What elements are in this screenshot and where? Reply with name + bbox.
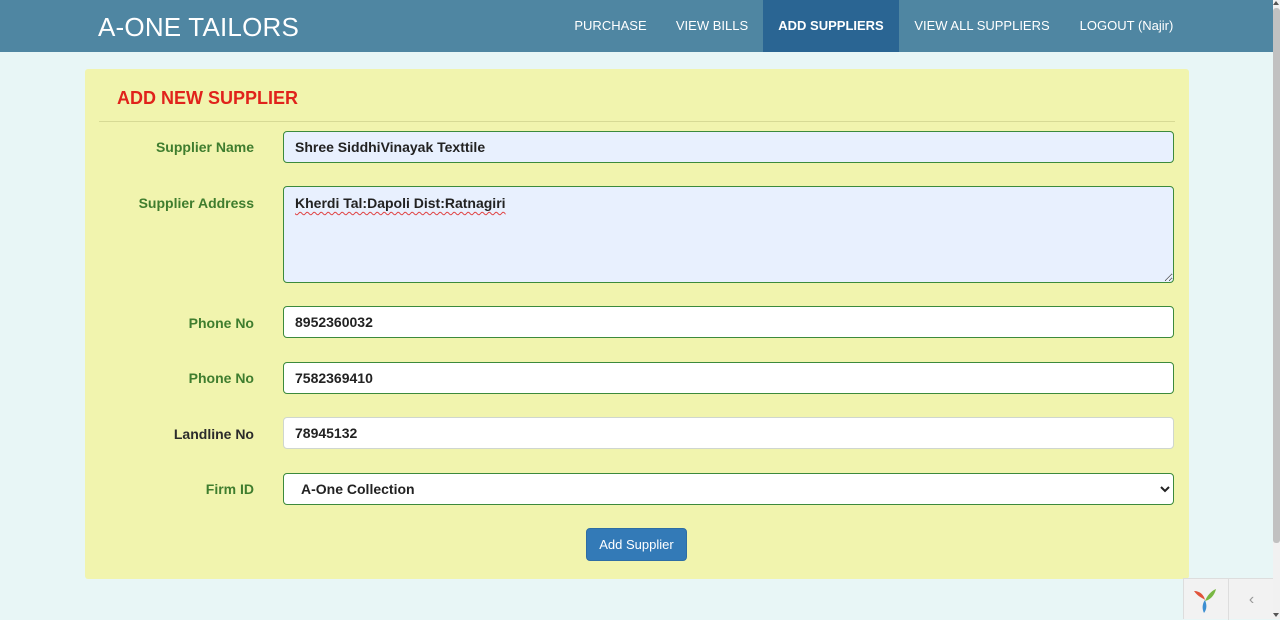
supplier-address-textarea[interactable]: Kherdi Tal:Dapoli Dist:Ratnagiri [283,186,1174,283]
brand-logo-text[interactable]: A-ONE TAILORS [98,12,299,43]
nav-add-suppliers[interactable]: ADD SUPPLIERS [763,0,899,52]
chevron-left-icon[interactable]: ‹ [1228,579,1274,620]
nav-purchase[interactable]: PURCHASE [560,0,661,52]
landline-no-input[interactable] [283,417,1174,449]
supplier-address-label: Supplier Address [138,195,254,211]
supplier-name-input[interactable] [283,131,1174,163]
add-supplier-button[interactable]: Add Supplier [586,528,687,561]
landline-no-label: Landline No [173,426,254,442]
phone-no-input[interactable] [283,306,1174,338]
yii-logo-icon[interactable] [1190,585,1220,615]
nav-view-bills[interactable]: VIEW BILLS [661,0,763,52]
phone-no-label: Phone No [188,315,254,331]
scrollbar-thumb[interactable] [1273,8,1280,543]
title-divider [99,121,1175,122]
firm-id-label: Firm ID [205,481,254,497]
debug-toolbar: ‹ [1183,578,1274,620]
firm-id-select[interactable]: A-One Collection [283,473,1174,505]
supplier-name-label: Supplier Name [155,139,254,155]
scroll-up-icon[interactable] [1273,1,1279,5]
phone-no-2-input[interactable] [283,362,1174,394]
nav-view-all-suppliers[interactable]: VIEW ALL SUPPLIERS [899,0,1065,52]
vertical-scrollbar[interactable] [1273,0,1280,619]
nav-logout[interactable]: LOGOUT (Najir) [1065,0,1188,52]
top-navbar: A-ONE TAILORS PURCHASE VIEW BILLS ADD SU… [0,0,1273,52]
page-title: ADD NEW SUPPLIER [117,88,299,108]
phone-no-2-label: Phone No [188,370,254,386]
